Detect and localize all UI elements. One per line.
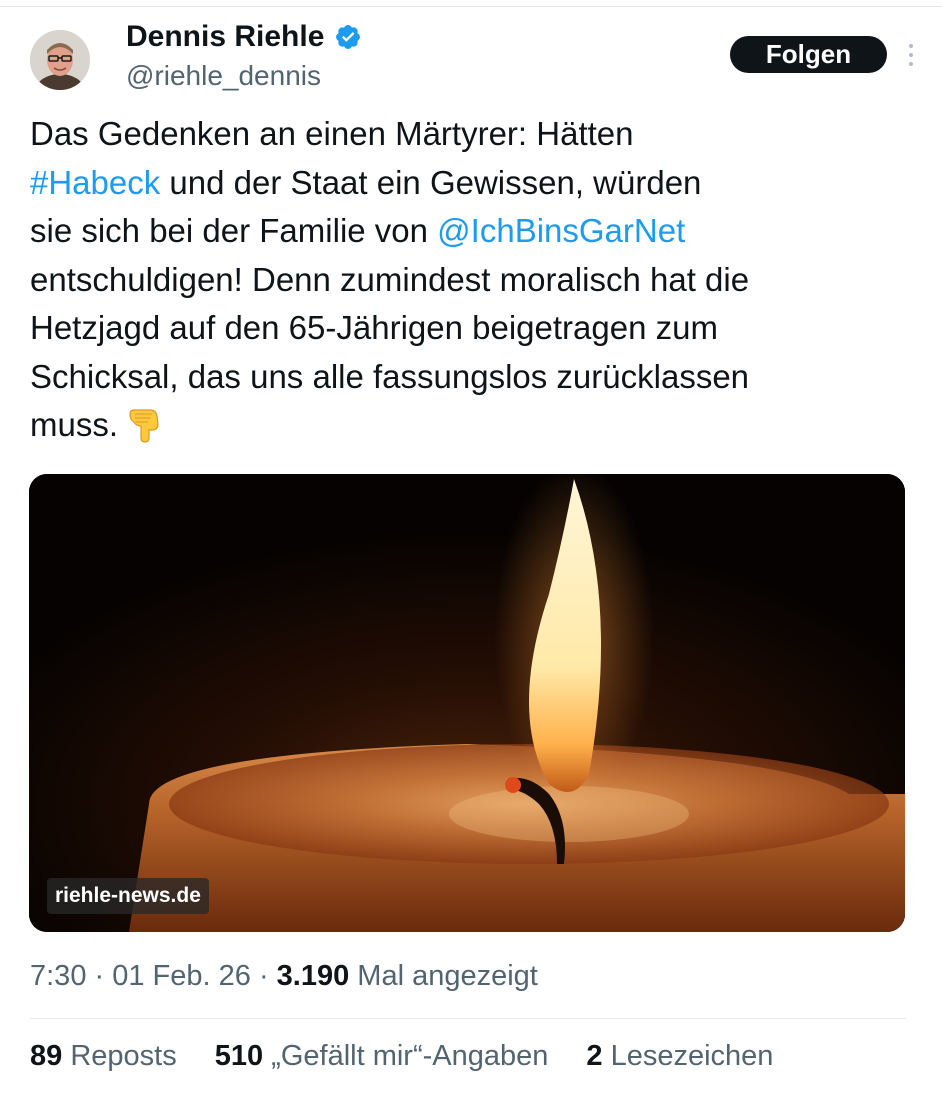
tweet-meta: 7:30 · 01 Feb. 26 · 3.190 Mal angezeigt [30,960,538,993]
hashtag-link[interactable]: #Habeck [30,164,160,201]
tweet-date[interactable]: 01 Feb. 26 [112,960,251,992]
tweet-time[interactable]: 7:30 [30,960,86,992]
reposts-count: 89 [30,1040,63,1072]
bookmarks-stat[interactable]: 2 Lesezeichen [586,1040,773,1073]
bookmarks-count: 2 [586,1040,603,1072]
more-dot [909,44,913,48]
more-options-icon[interactable] [900,40,922,70]
candle-photo [29,474,905,932]
likes-label: „Gefällt mir“-Angaben [263,1040,549,1072]
author-handle[interactable]: @riehle_dennis [126,60,321,92]
avatar[interactable] [30,30,90,90]
views-label: Mal angezeigt [349,960,538,992]
reposts-label: Reposts [62,1040,177,1072]
tweet-text: Das Gedenken an einen Märtyrer: Hätten #… [30,110,920,450]
likes-stat[interactable]: 510 „Gefällt mir“-Angaben [215,1040,549,1073]
author-name-text[interactable]: Dennis Riehle [126,20,324,54]
stats-divider [30,1018,906,1019]
reposts-stat[interactable]: 89 Reposts [30,1040,177,1073]
meta-separator: · [250,960,277,992]
media-watermark: riehle-news.de [47,878,209,914]
likes-count: 510 [214,1040,264,1072]
meta-separator: · [86,960,113,992]
verified-badge-icon [336,25,361,49]
top-divider [0,6,942,7]
bookmarks-label: Lesezeichen [602,1040,774,1072]
pointing-down-hand-emoji [129,409,159,443]
more-dot [909,62,913,66]
author-display-name[interactable]: Dennis Riehle [126,20,362,54]
views-count: 3.190 [276,960,350,992]
avatar-image [30,30,90,90]
follow-button[interactable]: Folgen [730,36,887,73]
engagement-stats: 89 Reposts 510 „Gefällt mir“-Angaben 2 L… [30,1040,811,1073]
media-image[interactable]: riehle-news.de [29,474,905,932]
mention-link[interactable]: @IchBinsGarNet [437,212,685,249]
more-dot [909,53,913,57]
tweet-text-part: Das Gedenken an einen Märtyrer: Hätten [30,115,634,152]
